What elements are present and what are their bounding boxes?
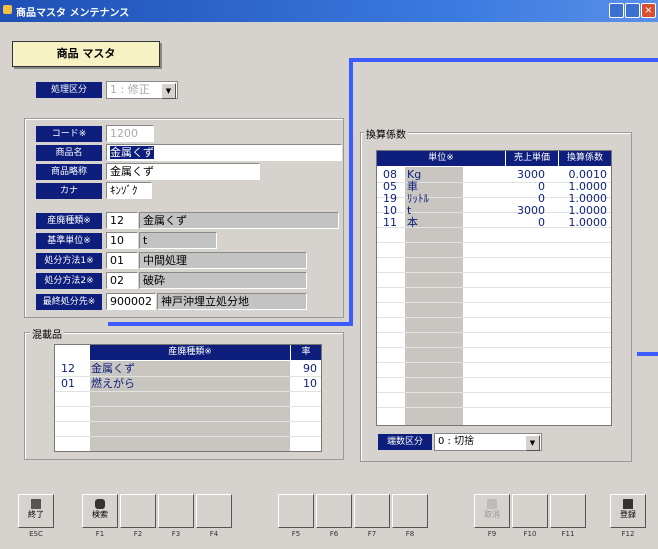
fkey-f2-button[interactable] bbox=[120, 494, 156, 528]
mixed-header-rate: 率 bbox=[291, 345, 321, 360]
save-icon bbox=[623, 499, 633, 509]
fkey-f9-cancel-button[interactable]: 取消 bbox=[474, 494, 510, 528]
highlight-line bbox=[349, 58, 658, 62]
shohin-mei-label: 商品名 bbox=[36, 145, 102, 161]
shobun-hoho2-code-field[interactable]: 02 bbox=[106, 272, 138, 289]
undo-icon bbox=[487, 499, 497, 509]
shori-kubun-label: 処理区分 bbox=[36, 82, 102, 98]
kana-label: カナ bbox=[36, 183, 102, 199]
fkey-caption: F2 bbox=[133, 530, 143, 538]
app-icon bbox=[3, 5, 12, 14]
saishu-shobunsaki-name-field: 神戸沖埋立処分地 bbox=[157, 293, 307, 310]
table-row[interactable]: 12 金属くず 90 bbox=[55, 361, 321, 376]
fkey-f8-button[interactable] bbox=[392, 494, 428, 528]
function-key-bar: 終了 検索 取消 登録 ESC F1 F2 F3 F4 F5 F6 F7 F8 … bbox=[0, 488, 658, 549]
fkey-caption: F9 bbox=[487, 530, 497, 538]
fkey-f11-button[interactable] bbox=[550, 494, 586, 528]
shohin-ryakusho-field[interactable]: 金属くず bbox=[106, 163, 260, 180]
fkey-f4-button[interactable] bbox=[196, 494, 232, 528]
code-label: コード※ bbox=[36, 126, 102, 142]
code-field[interactable]: 1200 bbox=[106, 125, 154, 142]
saishu-shobunsaki-label: 最終処分先※ bbox=[36, 294, 102, 310]
fkey-f12-save-button[interactable]: 登録 bbox=[610, 494, 646, 528]
fkey-f5-button[interactable] bbox=[278, 494, 314, 528]
sanpai-shurui-name-field: 金属くず bbox=[139, 212, 339, 229]
shohin-mei-field[interactable]: 金属くず bbox=[106, 144, 342, 161]
mixed-header-shurui: 産廃種類※ bbox=[90, 345, 290, 360]
window-title: 商品マスタ メンテナンス bbox=[16, 8, 130, 19]
fkey-caption: F1 bbox=[95, 530, 105, 538]
conversion-header-factor: 換算係数 bbox=[559, 151, 611, 166]
fkey-esc-exit-button[interactable]: 終了 bbox=[18, 494, 54, 528]
rounding-select[interactable]: 0 : 切捨 ▼ bbox=[434, 433, 542, 451]
fkey-caption: F6 bbox=[329, 530, 339, 538]
fkey-f1-search-button[interactable]: 検索 bbox=[82, 494, 118, 528]
conversion-header-price: 売上単価 bbox=[506, 151, 558, 166]
saishu-shobunsaki-code-field[interactable]: 900002 bbox=[106, 293, 156, 310]
table-row[interactable]: 01 燃えがら 10 bbox=[55, 376, 321, 391]
shobun-hoho1-name-field: 中間処理 bbox=[139, 252, 307, 269]
conversion-grid[interactable]: 単位※ 売上単価 換算係数 08 Kg 3000 0.0010 05 車 0 1… bbox=[376, 150, 612, 426]
kana-field[interactable]: ｷﾝｿﾞｸ bbox=[106, 182, 152, 199]
title-bar: 商品マスタ メンテナンス × bbox=[0, 0, 658, 22]
mixed-grid[interactable]: 産廃種類※ 率 12 金属くず 90 01 燃えがら 10 bbox=[54, 344, 322, 452]
fkey-caption: F5 bbox=[291, 530, 301, 538]
page-title: 商品 マスタ bbox=[12, 41, 160, 67]
highlight-line bbox=[637, 352, 658, 356]
fkey-caption: F12 bbox=[621, 530, 635, 538]
fkey-caption: F3 bbox=[171, 530, 181, 538]
fkey-caption: F7 bbox=[367, 530, 377, 538]
rounding-label: 端数区分 bbox=[378, 434, 432, 450]
shohin-ryakusho-label: 商品略称 bbox=[36, 164, 102, 180]
fkey-f7-button[interactable] bbox=[354, 494, 390, 528]
shobun-hoho2-label: 処分方法2※ bbox=[36, 273, 102, 289]
fkey-f6-button[interactable] bbox=[316, 494, 352, 528]
shori-kubun-select[interactable]: 1 : 修正 ▼ bbox=[106, 81, 178, 99]
fkey-caption: F11 bbox=[561, 530, 575, 538]
shobun-hoho2-name-field: 破砕 bbox=[139, 272, 307, 289]
maximize-button[interactable] bbox=[625, 3, 640, 18]
binoculars-icon bbox=[95, 499, 105, 509]
highlight-line bbox=[108, 322, 353, 326]
fkey-caption: F8 bbox=[405, 530, 415, 538]
chevron-down-icon[interactable]: ▼ bbox=[161, 83, 176, 99]
sanpai-shurui-label: 産廃種類※ bbox=[36, 213, 102, 229]
fkey-caption: F10 bbox=[523, 530, 537, 538]
table-row[interactable]: 11 本 0 1.0000 bbox=[377, 217, 611, 229]
kijun-tani-code-field[interactable]: 10 bbox=[106, 232, 138, 249]
fkey-f10-button[interactable] bbox=[512, 494, 548, 528]
fkey-f3-button[interactable] bbox=[158, 494, 194, 528]
conversion-group-label: 換算係数 bbox=[364, 126, 408, 141]
shobun-hoho1-label: 処分方法1※ bbox=[36, 253, 102, 269]
shobun-hoho1-code-field[interactable]: 01 bbox=[106, 252, 138, 269]
fkey-caption: F4 bbox=[209, 530, 219, 538]
minimize-button[interactable] bbox=[609, 3, 624, 18]
conversion-header-unit: 単位※ bbox=[377, 151, 505, 166]
close-button[interactable]: × bbox=[641, 3, 656, 18]
fkey-caption: ESC bbox=[29, 530, 43, 538]
highlight-line bbox=[349, 58, 353, 326]
sanpai-shurui-code-field[interactable]: 12 bbox=[106, 212, 138, 229]
kijun-tani-name-field: t bbox=[139, 232, 217, 249]
mixed-group-label: 混載品 bbox=[30, 326, 64, 341]
kijun-tani-label: 基準単位※ bbox=[36, 233, 102, 249]
exit-icon bbox=[31, 499, 41, 509]
chevron-down-icon[interactable]: ▼ bbox=[525, 435, 540, 451]
